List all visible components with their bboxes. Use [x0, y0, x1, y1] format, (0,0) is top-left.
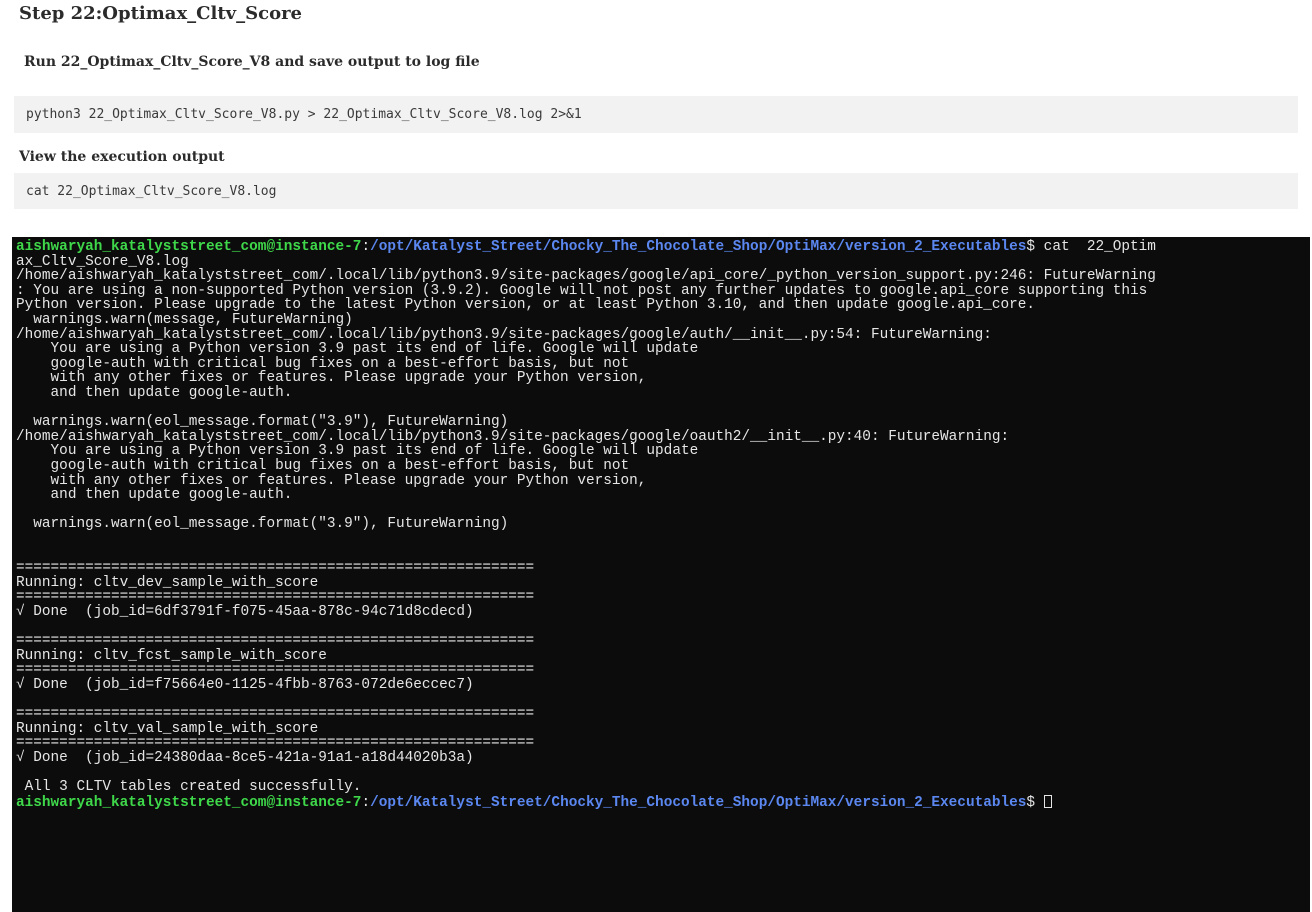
terminal-output-line: with any other fixes or features. Please… [16, 472, 647, 489]
terminal-output-screenshot: aishwaryah_katalyststreet_com@instance-7… [12, 237, 1310, 912]
terminal-prompt-line: aishwaryah_katalyststreet_com@instance-7… [16, 240, 1310, 255]
terminal-output-line: ========================================… [16, 589, 535, 606]
terminal-output-line: Running: cltv_dev_sample_with_score [16, 574, 319, 591]
terminal-output-line: All 3 CLTV tables created successfully. [16, 778, 362, 795]
terminal-output-line: with any other fixes or features. Please… [16, 370, 647, 387]
terminal-output-line: Python version. Please upgrade to the la… [16, 297, 1036, 314]
final-prompt-path: /opt/Katalyst_Street/Chocky_The_Chocolat… [370, 794, 1027, 811]
terminal-output-line: /home/aishwaryah_katalyststreet_com/.loc… [16, 326, 992, 343]
final-prompt-symbol: $ [1026, 794, 1036, 811]
prompt-user: aishwaryah_katalyststreet_com@instance-7 [16, 239, 362, 255]
terminal-output-line: ========================================… [16, 706, 535, 722]
final-prompt-colon: : [361, 794, 371, 811]
terminal-output-line: Running: cltv_fcst_sample_with_score [16, 647, 327, 664]
terminal-output-line: and then update google-auth. [16, 384, 293, 401]
run-instruction-label: Run 22_Optimax_Cltv_Score_V8 and save ou… [24, 54, 480, 70]
terminal-output-line: google-auth with critical bug fixes on a… [16, 355, 630, 372]
terminal-output-line: and then update google-auth. [16, 487, 293, 504]
terminal-output-line: You are using a Python version 3.9 past … [16, 341, 699, 358]
view-command-code-block[interactable]: cat 22_Optimax_Cltv_Score_V8.log [14, 173, 1298, 209]
prompt-path: /opt/Katalyst_Street/Chocky_The_Chocolat… [370, 239, 1027, 255]
terminal-output-line: google-auth with critical bug fixes on a… [16, 457, 630, 474]
terminal-cursor [1043, 794, 1052, 808]
terminal-output-line: ax_Cltv_Score_V8.log [16, 253, 189, 270]
terminal-body: ax_Cltv_Score_V8.log/home/aishwaryah_kat… [16, 253, 1310, 795]
terminal-output-line: You are using a Python version 3.9 past … [16, 443, 699, 460]
terminal-command: cat 22_Optim [1035, 239, 1156, 255]
terminal-output-line: ========================================… [16, 560, 535, 577]
terminal-output-line: : You are using a non-supported Python v… [16, 282, 1148, 299]
terminal-output-line: ========================================… [16, 735, 535, 752]
terminal-output-line: /home/aishwaryah_katalyststreet_com/.loc… [16, 428, 1010, 445]
terminal-output-line: √ Done (job_id=24380daa-8ce5-421a-91a1-a… [16, 749, 474, 766]
prompt-symbol: $ [1026, 239, 1036, 255]
prompt-colon: : [361, 239, 371, 255]
final-prompt-user: aishwaryah_katalyststreet_com@instance-7 [16, 794, 362, 811]
terminal-output-line: /home/aishwaryah_katalyststreet_com/.loc… [16, 268, 1156, 285]
terminal-output-line: ========================================… [16, 662, 535, 679]
terminal-output-line: Running: cltv_val_sample_with_score [16, 720, 319, 737]
terminal-final-prompt-line: aishwaryah_katalyststreet_com@instance-7… [16, 794, 1310, 811]
run-command-code-block[interactable]: python3 22_Optimax_Cltv_Score_V8.py > 22… [14, 96, 1298, 133]
step-title: Step 22:Optimax_Cltv_Score [19, 3, 303, 24]
terminal-output-line: √ Done (job_id=f75664e0-1125-4fbb-8763-0… [16, 676, 474, 693]
terminal-output-line: warnings.warn(eol_message.format("3.9"),… [16, 414, 509, 431]
terminal-output-line: warnings.warn(message, FutureWarning) [16, 311, 353, 328]
terminal-output-line: warnings.warn(eol_message.format("3.9"),… [16, 516, 509, 533]
terminal-output-line: √ Done (job_id=6df3791f-f075-45aa-878c-9… [16, 603, 474, 620]
view-output-label: View the execution output [19, 149, 225, 165]
terminal-output-line: ========================================… [16, 633, 535, 650]
